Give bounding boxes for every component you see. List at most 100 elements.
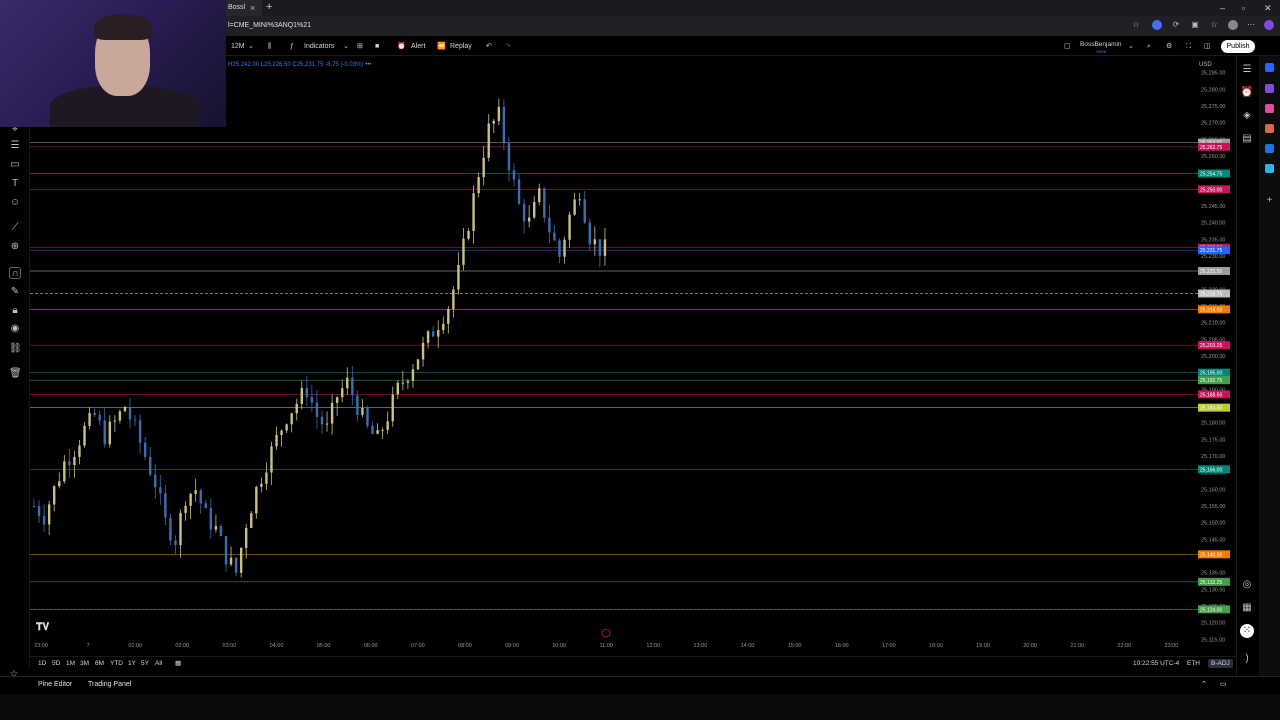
shapes-icon[interactable]: ▭: [9, 159, 21, 171]
chart-canvas[interactable]: 25,285.00 25,280.00 25,275.00 25,270.00 25,2…: [30, 56, 1236, 656]
watchlist-icon[interactable]: ☰: [1240, 63, 1254, 77]
settings-icon[interactable]: ⚙: [1166, 41, 1172, 52]
profile-avatar[interactable]: [1228, 20, 1238, 30]
menu-icon[interactable]: ⋯: [1246, 20, 1256, 30]
session-button[interactable]: ETH: [1187, 659, 1200, 668]
range-button-3m[interactable]: 3M: [80, 659, 89, 668]
sidebar-app-icon[interactable]: [1265, 144, 1274, 153]
y-tick-label: 25,200.00: [1201, 354, 1225, 360]
chevron-down-icon[interactable]: ⌄: [248, 41, 254, 52]
draw-mode-icon[interactable]: ✎: [9, 286, 21, 298]
link-icon[interactable]: ⛓: [9, 343, 22, 355]
visibility-icon[interactable]: ◉: [9, 323, 21, 335]
url-field[interactable]: l=CME_MINI%3ANQ1%21: [228, 20, 311, 32]
y-tick-label: 25,115.00: [1201, 637, 1225, 643]
new-tab-icon[interactable]: +: [266, 0, 272, 15]
candle-body: [88, 412, 91, 426]
apps-grid-icon[interactable]: ⁙: [1240, 624, 1254, 638]
candle-body: [401, 382, 405, 384]
candle-body: [245, 528, 248, 548]
layout-icon[interactable]: ▢: [1064, 41, 1071, 52]
trading-panel-tab[interactable]: Trading Panel: [88, 680, 131, 689]
extension-icon[interactable]: ⟳: [1171, 20, 1181, 30]
range-button-5y[interactable]: 5Y: [141, 659, 149, 668]
replay-icon[interactable]: ⏪: [437, 41, 446, 52]
pine-editor-tab[interactable]: Pine Editor: [38, 680, 72, 689]
candle-body: [149, 456, 152, 475]
bookmarks-icon[interactable]: ☆: [1209, 20, 1219, 30]
price-chart[interactable]: 25,285.00 25,280.00 25,275.00 25,270.00 25,2…: [30, 56, 1236, 656]
close-window-icon[interactable]: ✕: [1264, 0, 1272, 16]
replay-button[interactable]: Replay: [450, 41, 472, 52]
y-tick-label: 25,275.00: [1201, 104, 1225, 110]
redo-icon[interactable]: ↷: [505, 41, 511, 52]
bookmark-star-icon[interactable]: ☆: [1131, 20, 1141, 30]
sidebar-app-icon[interactable]: [1265, 84, 1274, 93]
trash-icon[interactable]: 🗑︎: [9, 368, 22, 380]
extension-icon[interactable]: ▣: [1190, 20, 1200, 30]
candle-body: [93, 412, 96, 416]
range-button-all[interactable]: All: [155, 659, 162, 668]
sidebar-app-icon[interactable]: [1265, 124, 1274, 133]
chevron-down-icon[interactable]: ⌄: [343, 41, 349, 52]
alerts-clock-icon[interactable]: ⏰: [1240, 86, 1254, 100]
candle-body: [103, 420, 106, 445]
minimize-icon[interactable]: –: [1220, 0, 1225, 16]
chat-icon[interactable]: ▤: [1240, 132, 1254, 146]
candle-body: [391, 394, 394, 422]
search-icon[interactable]: ⌕: [1147, 41, 1151, 52]
range-button-5d[interactable]: 5D: [52, 659, 60, 668]
candle-body: [123, 406, 127, 412]
magnet-icon[interactable]: ∩: [9, 267, 21, 279]
close-tab-icon[interactable]: ×: [250, 0, 255, 16]
lock-icon[interactable]: 🔒︎: [9, 305, 21, 317]
screenshot-icon[interactable]: ◫: [1204, 41, 1211, 52]
currency-label[interactable]: USD: [1199, 62, 1212, 68]
browser-tab[interactable]: Bossl: [224, 0, 262, 16]
trendline-icon[interactable]: ☰: [9, 140, 21, 152]
emoji-icon[interactable]: ☺: [9, 197, 21, 209]
layers-icon[interactable]: ◈: [1240, 109, 1254, 123]
range-button-1y[interactable]: 1Y: [128, 659, 136, 668]
adjustment-badge[interactable]: B-ADJ: [1208, 659, 1233, 668]
interval-button[interactable]: 12M: [231, 41, 245, 52]
range-button-1d[interactable]: 1D: [38, 659, 46, 668]
candle-type-icon[interactable]: ⫼: [268, 41, 271, 52]
sidebar-app-icon[interactable]: [1265, 104, 1274, 113]
undo-icon[interactable]: ↶: [486, 41, 492, 52]
y-tick-label: 25,230.00: [1201, 254, 1225, 260]
candle-body: [310, 396, 314, 403]
candle-body: [265, 472, 268, 484]
range-button-ytd[interactable]: YTD: [110, 659, 123, 668]
x-tick-label: 12:00: [646, 643, 660, 649]
ruler-icon[interactable]: ⟋: [9, 222, 21, 234]
panel-maximize-icon[interactable]: ▭: [1220, 680, 1227, 689]
maximize-icon[interactable]: ▫: [1242, 0, 1245, 16]
stop-icon[interactable]: ■: [375, 41, 379, 52]
signal-icon[interactable]: ): [1240, 652, 1254, 666]
indicators-button[interactable]: Indicators: [304, 41, 334, 52]
range-button-1m[interactable]: 1M: [66, 659, 75, 668]
candle-body: [457, 264, 460, 290]
calendar-icon[interactable]: ▦: [1240, 601, 1254, 615]
sidebar-app-icon[interactable]: [1265, 164, 1274, 173]
chevron-down-icon[interactable]: ⌄: [1128, 41, 1134, 52]
chevron-up-icon[interactable]: ⌃: [1201, 680, 1207, 689]
alert-button[interactable]: Alert: [411, 41, 425, 52]
alert-icon[interactable]: ⏰: [397, 41, 406, 52]
candle-body: [239, 547, 243, 573]
add-sidebar-app-icon[interactable]: +: [1265, 196, 1274, 206]
clock-label[interactable]: 10:22:55 UTC-4: [1133, 659, 1179, 668]
indicators-icon[interactable]: ƒ: [290, 41, 294, 52]
text-icon[interactable]: T: [9, 178, 21, 190]
extension-icon[interactable]: [1152, 20, 1162, 30]
templates-icon[interactable]: ⊞: [357, 41, 363, 52]
range-button-6m[interactable]: 6M: [95, 659, 104, 668]
extension-icon[interactable]: [1264, 20, 1274, 30]
zoom-icon[interactable]: ⊕: [9, 241, 21, 253]
sidebar-app-icon[interactable]: [1265, 63, 1274, 72]
goto-date-icon[interactable]: ▦: [175, 659, 181, 668]
target-icon[interactable]: ◎: [1240, 578, 1254, 592]
fullscreen-icon[interactable]: ⛶: [1186, 41, 1191, 52]
publish-button[interactable]: Publish: [1221, 40, 1255, 53]
